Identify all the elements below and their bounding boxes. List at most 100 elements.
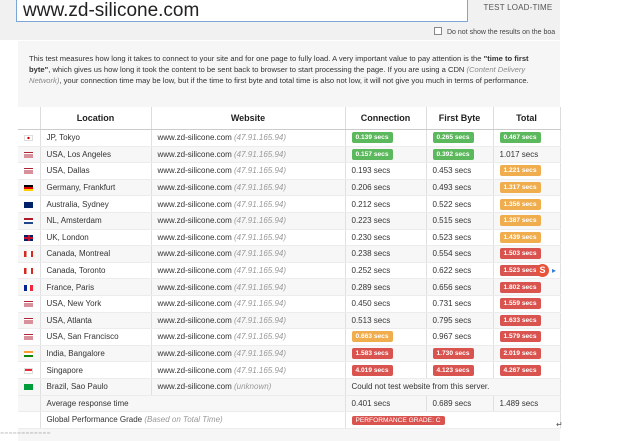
- grade-flag-cell: [18, 411, 41, 429]
- first-byte-cell: 0.523 secs: [426, 229, 494, 247]
- flag-cell: [18, 312, 41, 330]
- website-name: www.zd-silicone.com: [157, 216, 232, 226]
- connection-cell: 0.513 secs: [345, 312, 427, 330]
- average-flag-cell: [18, 395, 41, 413]
- country-flag-icon: [24, 184, 34, 191]
- connection-cell: 0.212 secs: [345, 195, 427, 213]
- results-body: JP, Tokyo www.zd-silicone.com (47.91.165.…: [18, 129, 561, 396]
- total-cell: 1.802 secs: [493, 278, 561, 296]
- website-ip: (47.91.165.94): [233, 349, 287, 359]
- country-flag-icon: [24, 350, 34, 357]
- first-byte-cell: 4.123 secs: [426, 361, 494, 379]
- table-row: Singapore www.zd-silicone.com (47.91.165.…: [18, 361, 561, 379]
- total-cell: 1.017 secs: [493, 146, 561, 164]
- location-cell: USA, Atlanta: [40, 312, 152, 330]
- first-byte-cell: 0.265 secs: [426, 129, 494, 147]
- flag-cell: [18, 345, 41, 363]
- flag-cell: [18, 361, 41, 379]
- first-byte-cell: 1.730 secs: [426, 345, 494, 363]
- connection-cell-badge: 1.583 secs: [351, 348, 393, 360]
- first-byte-header: First Byte: [426, 107, 494, 130]
- country-flag-icon: [24, 151, 34, 158]
- country-flag-icon: [24, 267, 34, 274]
- connection-cell: 0.139 secs: [345, 129, 427, 147]
- country-flag-icon: [24, 135, 34, 142]
- table-row: USA, Atlanta www.zd-silicone.com (47.91.1…: [18, 312, 561, 330]
- website-name: www.zd-silicone.com: [157, 199, 232, 209]
- location-cell: Canada, Montreal: [40, 245, 152, 263]
- total-cell-badge: 1.579 secs: [499, 331, 541, 343]
- average-row: Average response time 0.401 secs 0.689 s…: [18, 395, 561, 413]
- location-cell: India, Bangalore: [40, 345, 152, 363]
- connection-cell: 0.238 secs: [345, 245, 427, 263]
- connection-cell: 0.230 secs: [345, 229, 427, 247]
- s-badge-icon[interactable]: S: [536, 264, 549, 277]
- total-cell: 1.523 secs: [493, 262, 561, 280]
- first-byte-cell-badge: 0.392 secs: [432, 148, 474, 160]
- website-cell: www.zd-silicone.com (47.91.165.94): [151, 162, 346, 180]
- website-name: www.zd-silicone.com: [157, 349, 232, 359]
- test-load-time-button[interactable]: TEST LOAD-TIME: [476, 0, 560, 20]
- website-cell: www.zd-silicone.com (47.91.165.94): [151, 345, 346, 363]
- hide-results-checkbox[interactable]: [434, 27, 442, 35]
- flag-header: [18, 107, 41, 130]
- connection-cell: 0.193 secs: [345, 162, 427, 180]
- flag-cell: [18, 129, 41, 147]
- website-name: www.zd-silicone.com: [157, 133, 232, 143]
- results-table: Location Website Connection First Byte T…: [18, 107, 561, 429]
- table-row: JP, Tokyo www.zd-silicone.com (47.91.165.…: [18, 129, 561, 147]
- country-flag-icon: [24, 251, 34, 258]
- desc-text-1: This test measures how long it takes to …: [29, 54, 484, 63]
- connection-cell-badge: 4.019 secs: [351, 364, 393, 376]
- website-ip: (47.91.165.94): [233, 133, 287, 143]
- grade-note: (Based on Total Time): [144, 415, 223, 425]
- total-cell: 1.579 secs: [493, 328, 561, 346]
- total-cell: 1.439 secs: [493, 229, 561, 247]
- average-first-byte: 0.689 secs: [426, 395, 494, 413]
- flag-cell: [18, 179, 41, 197]
- website-name: www.zd-silicone.com: [157, 299, 232, 309]
- location-cell: UK, London: [40, 229, 152, 247]
- website-name: www.zd-silicone.com: [157, 282, 232, 292]
- location-header: Location: [40, 107, 152, 130]
- website-name: www.zd-silicone.com: [157, 382, 232, 392]
- website-ip: (47.91.165.94): [233, 282, 287, 292]
- website-ip: (47.91.165.94): [233, 232, 287, 242]
- connection-cell-badge: 0.157 secs: [351, 148, 393, 160]
- website-cell: www.zd-silicone.com (47.91.165.94): [151, 245, 346, 263]
- country-flag-icon: [24, 301, 34, 308]
- website-ip: (47.91.165.94): [233, 216, 287, 226]
- hide-results-option[interactable]: Do not show the results on the boa: [434, 27, 560, 36]
- flag-cell: [18, 262, 41, 280]
- connection-cell: 0.289 secs: [345, 278, 427, 296]
- website-ip: (unknown): [233, 382, 272, 392]
- website-name: www.zd-silicone.com: [157, 249, 232, 259]
- total-cell: 4.267 secs: [493, 361, 561, 379]
- website-ip: (47.91.165.94): [233, 249, 287, 259]
- table-row: Canada, Toronto www.zd-silicone.com (47.9…: [18, 262, 561, 280]
- total-cell-badge: 1.439 secs: [499, 231, 541, 243]
- location-cell: USA, New York: [40, 295, 152, 313]
- table-row: USA, New York www.zd-silicone.com (47.91.…: [18, 295, 561, 313]
- website-name: www.zd-silicone.com: [157, 266, 232, 276]
- location-cell: Brazil, Sao Paulo: [40, 378, 152, 396]
- total-cell-badge: 1.559 secs: [499, 298, 541, 310]
- location-cell: Australia, Sydney: [40, 195, 152, 213]
- country-flag-icon: [24, 218, 34, 225]
- url-input[interactable]: [16, 0, 468, 22]
- website-name: www.zd-silicone.com: [157, 332, 232, 342]
- country-flag-icon: [24, 317, 34, 324]
- first-byte-cell: 0.554 secs: [426, 245, 494, 263]
- total-cell: 1.559 secs: [493, 295, 561, 313]
- first-byte-cell-badge: 1.730 secs: [432, 348, 474, 360]
- desc-text-3: , your connection time may be low, but i…: [59, 76, 529, 85]
- flag-cell: [18, 245, 41, 263]
- flag-cell: [18, 162, 41, 180]
- total-cell-badge: 1.503 secs: [499, 248, 541, 260]
- location-cell: USA, San Francisco: [40, 328, 152, 346]
- table-row: France, Paris www.zd-silicone.com (47.91.…: [18, 278, 561, 296]
- first-byte-cell: 0.493 secs: [426, 179, 494, 197]
- grade-label-cell: Global Performance Grade (Based on Total…: [40, 411, 346, 429]
- connection-cell-badge: 0.663 secs: [351, 331, 393, 343]
- connection-cell: 0.450 secs: [345, 295, 427, 313]
